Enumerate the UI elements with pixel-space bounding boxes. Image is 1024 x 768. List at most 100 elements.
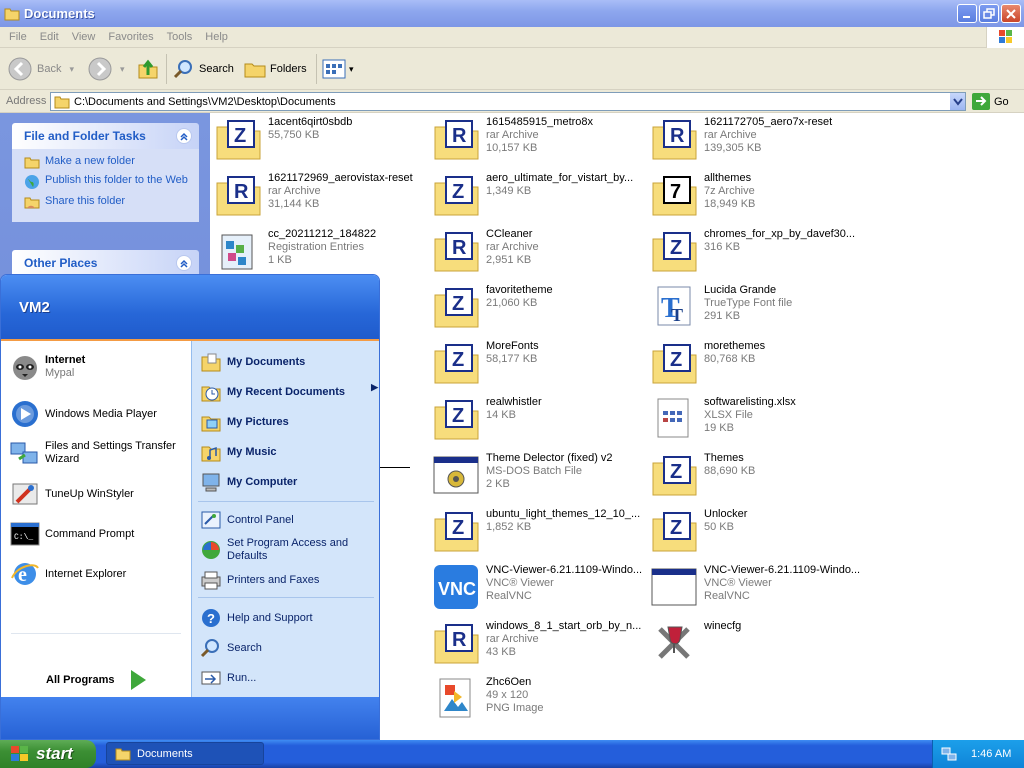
file-item[interactable]: Zrealwhistler 14 KB (432, 393, 647, 443)
svg-text:Z: Z (234, 125, 246, 147)
maximize-button[interactable] (979, 4, 999, 23)
start-item-help[interactable]: ? Help and Support (200, 607, 313, 629)
zip-folder-icon: Z (652, 232, 697, 272)
start-menu-right-column: My Documents My Recent Documents ▶ My Pi… (191, 341, 379, 697)
file-size: 14 KB (486, 409, 516, 421)
svg-text:Z: Z (670, 517, 682, 539)
file-item[interactable]: Zubuntu_light_themes_12_10_... 1,852 KB (432, 505, 647, 555)
menu-edit[interactable]: Edit (40, 31, 59, 43)
file-item[interactable]: cc_20211212_184822 Registration Entries 1 … (214, 225, 429, 275)
recent-documents-icon (201, 386, 221, 402)
file-item[interactable]: Zmorethemes 80,768 KB (650, 337, 865, 387)
svg-text:VNC: VNC (438, 579, 476, 599)
help-icon: ? (202, 609, 220, 627)
file-item[interactable]: Rwindows_8_1_start_orb_by_n... rar Archiv… (432, 617, 647, 667)
file-folder-tasks-header[interactable]: File and Folder Tasks (12, 123, 199, 149)
start-item-program-access[interactable]: Set Program Access and Defaults (200, 537, 367, 563)
collapse-icon[interactable] (176, 255, 192, 271)
file-item[interactable]: winecfg (650, 617, 865, 667)
file-item[interactable]: R CCleaner rar Archive 2,951 KB (432, 225, 647, 275)
address-dropdown-button[interactable] (949, 93, 965, 110)
publish-folder-link[interactable]: Publish this folder to the Web (24, 174, 189, 190)
file-item[interactable]: softwarelisting.xlsx XLSX File 19 KB (650, 393, 865, 443)
start-item-recent-documents[interactable]: My Recent Documents ▶ (200, 381, 378, 403)
file-name: Themes (704, 452, 744, 464)
rar-folder-icon: R (434, 120, 479, 160)
file-item[interactable]: Z 1acent6qirt0sbdb 55,750 KB (214, 113, 429, 163)
all-programs-button[interactable]: All Programs (46, 669, 158, 691)
file-item[interactable]: Zchromes_for_xp_by_davef30... 316 KB (650, 225, 865, 275)
make-new-folder-link[interactable]: Make a new folder (24, 155, 189, 169)
menu-tools[interactable]: Tools (167, 31, 193, 43)
title-bar[interactable]: Documents (0, 0, 1024, 27)
file-item[interactable]: R 1621172705_aero7x-reset rar Archive 139,3… (650, 113, 865, 163)
share-folder-link[interactable]: Share this folder (24, 195, 189, 209)
7z-folder-icon: 7 (652, 176, 697, 216)
start-item-my-documents[interactable]: My Documents (200, 351, 305, 373)
forward-arrow-icon (88, 57, 112, 81)
menu-help[interactable]: Help (205, 31, 228, 43)
collapse-icon[interactable] (176, 128, 192, 144)
back-dropdown-icon[interactable]: ▾ (69, 64, 74, 75)
file-item[interactable]: Z Unlocker 50 KB (650, 505, 865, 555)
close-button[interactable] (1001, 4, 1021, 23)
folders-button[interactable]: Folders (243, 48, 307, 90)
file-item[interactable]: Zaero_ultimate_for_vistart_by... 1,349 KB (432, 169, 647, 219)
file-item[interactable]: R 1615485915_metro8x rar Archive 10,157 KB (432, 113, 647, 163)
rar-folder-icon: R (652, 120, 697, 160)
start-item-tuneup[interactable]: TuneUp WinStyler (9, 478, 134, 510)
up-folder-button[interactable] (136, 48, 160, 90)
start-item-transfer-wizard[interactable]: Files and Settings Transfer Wizard (9, 437, 191, 469)
address-input[interactable]: C:\Documents and Settings\VM2\Desktop\Do… (50, 92, 966, 111)
file-item[interactable]: Zhc6Oen 49 x 120 PNG Image (432, 673, 647, 723)
start-item-label: Search (227, 641, 262, 654)
clock[interactable]: 1:46 AM (971, 748, 1011, 760)
file-item[interactable]: Zfavoritetheme 21,060 KB (432, 281, 647, 331)
folder-icon (115, 748, 131, 760)
start-item-my-music[interactable]: My Music (200, 441, 277, 463)
xlsx-file-icon (657, 398, 689, 438)
other-places-header[interactable]: Other Places (12, 250, 199, 276)
start-button[interactable]: start (0, 740, 96, 768)
minimize-button[interactable] (957, 4, 977, 23)
winecfg-icon (658, 626, 690, 659)
file-item[interactable]: VNC VNC-Viewer-6.21.1109-Windo... VNC® Vie… (432, 561, 647, 611)
file-item[interactable]: Z Themes 88,690 KB (650, 449, 865, 499)
start-item-control-panel[interactable]: Control Panel (200, 509, 294, 531)
views-dropdown-icon[interactable]: ▾ (349, 64, 354, 75)
file-item[interactable]: R 1621172969_aerovistax-reset rar Archive 3… (214, 169, 429, 219)
start-item-my-computer[interactable]: My Computer (200, 471, 297, 493)
forward-button[interactable]: ▾ (88, 48, 125, 90)
menu-favorites[interactable]: Favorites (108, 31, 153, 43)
start-item-internet-explorer[interactable]: e Internet Explorer (9, 558, 126, 590)
zip-folder-icon: Z (652, 456, 697, 496)
search-button[interactable]: Search (172, 48, 234, 90)
file-item[interactable]: VNC-Viewer-6.21.1109-Windo... VNC® Viewer… (650, 561, 865, 611)
start-item-internet[interactable]: Internet Mypal (9, 351, 85, 383)
go-button[interactable]: Go (972, 93, 1009, 110)
file-item[interactable]: T T Lucida Grande TrueType Font file 291 KB (650, 281, 865, 331)
back-button[interactable]: Back ▾ (8, 48, 74, 90)
menu-view[interactable]: View (72, 31, 96, 43)
file-size: 139,305 KB (704, 142, 762, 154)
start-item-my-pictures[interactable]: My Pictures (200, 411, 289, 433)
file-name: Lucida Grande (704, 284, 777, 296)
file-item[interactable]: Theme Delector (fixed) v2 MS-DOS Batch Fi… (432, 449, 647, 499)
start-item-search[interactable]: Search (200, 637, 262, 659)
file-name: chromes_for_xp_by_davef30... (704, 228, 856, 240)
file-item[interactable]: 7 allthemes 7z Archive 18,949 KB (650, 169, 865, 219)
file-size: 1,349 KB (486, 185, 532, 197)
taskbar-item-documents[interactable]: Documents (106, 742, 264, 765)
start-item-command-prompt[interactable]: C:\_ Command Prompt (9, 518, 134, 550)
menu-file[interactable]: File (9, 31, 27, 43)
folders-label: Folders (270, 63, 307, 75)
start-item-run[interactable]: Run... (200, 667, 256, 689)
file-size: 43 KB (486, 646, 516, 658)
file-item[interactable]: Z MoreFonts 58,177 KB (432, 337, 647, 387)
forward-dropdown-icon[interactable]: ▾ (120, 64, 125, 75)
network-icon[interactable] (941, 746, 957, 762)
start-item-printers[interactable]: Printers and Faxes (200, 569, 319, 591)
views-button[interactable]: ▾ (322, 48, 354, 90)
svg-text:C:\_: C:\_ (14, 533, 33, 542)
start-item-media-player[interactable]: Windows Media Player (9, 398, 157, 430)
